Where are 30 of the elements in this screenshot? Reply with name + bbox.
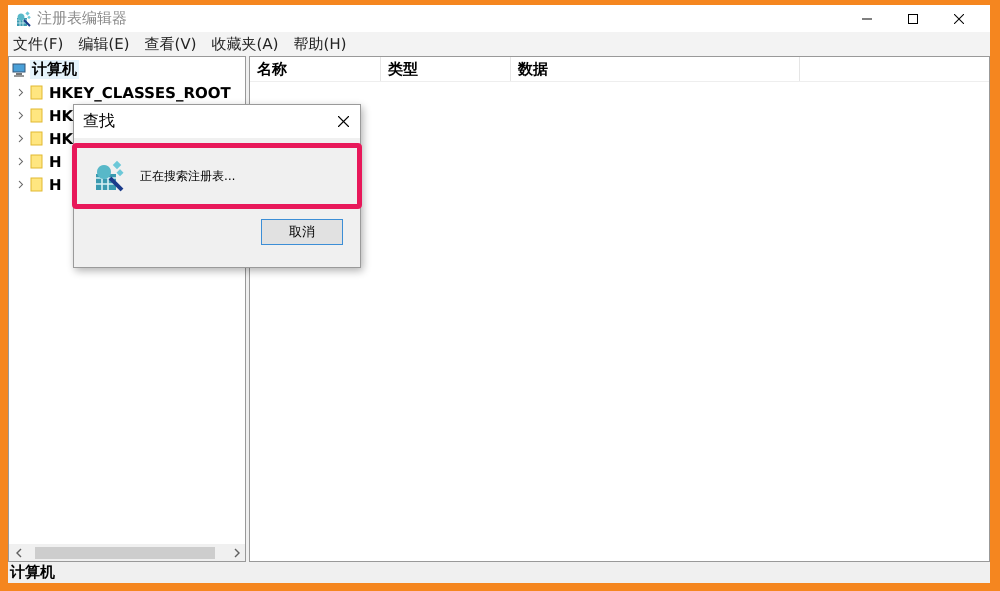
folder-icon bbox=[30, 177, 43, 192]
folder-icon bbox=[30, 131, 43, 146]
menu-item[interactable]: 文件(F) bbox=[12, 34, 64, 54]
registry-icon bbox=[15, 10, 31, 26]
cancel-button[interactable]: 取消 bbox=[261, 219, 343, 245]
folder-icon bbox=[30, 154, 43, 169]
computer-icon bbox=[11, 62, 27, 78]
tree-item[interactable]: 计算机 bbox=[30, 60, 79, 79]
status-message: 正在搜索注册表... bbox=[140, 168, 236, 184]
menu-item[interactable]: 帮助(H) bbox=[292, 34, 348, 54]
menu-item[interactable]: 收藏夹(A) bbox=[210, 34, 280, 54]
tree-item[interactable]: HK bbox=[47, 106, 76, 124]
column-header[interactable]: 类型 bbox=[381, 57, 511, 81]
tree-item[interactable]: H bbox=[47, 152, 64, 170]
window-title: 注册表编辑器 bbox=[37, 9, 127, 28]
scrollbar-thumb[interactable] bbox=[35, 546, 215, 558]
folder-icon bbox=[30, 85, 43, 100]
menu-item[interactable]: 编辑(E) bbox=[77, 34, 131, 54]
column-header[interactable]: 数据 bbox=[511, 57, 800, 81]
tree-item[interactable]: HK bbox=[47, 130, 76, 148]
status-text: 计算机 bbox=[10, 563, 55, 582]
menu-item[interactable]: 查看(V) bbox=[144, 34, 198, 54]
folder-icon bbox=[30, 108, 43, 123]
dialog-title: 查找 bbox=[83, 111, 116, 132]
tree-item[interactable]: HKEY_CLASSES_ROOT bbox=[47, 84, 233, 102]
maximize-icon bbox=[908, 14, 918, 24]
column-header[interactable]: 名称 bbox=[250, 57, 381, 81]
close-icon bbox=[954, 14, 964, 24]
close-icon bbox=[338, 116, 349, 127]
tree-item[interactable]: H bbox=[47, 176, 64, 194]
